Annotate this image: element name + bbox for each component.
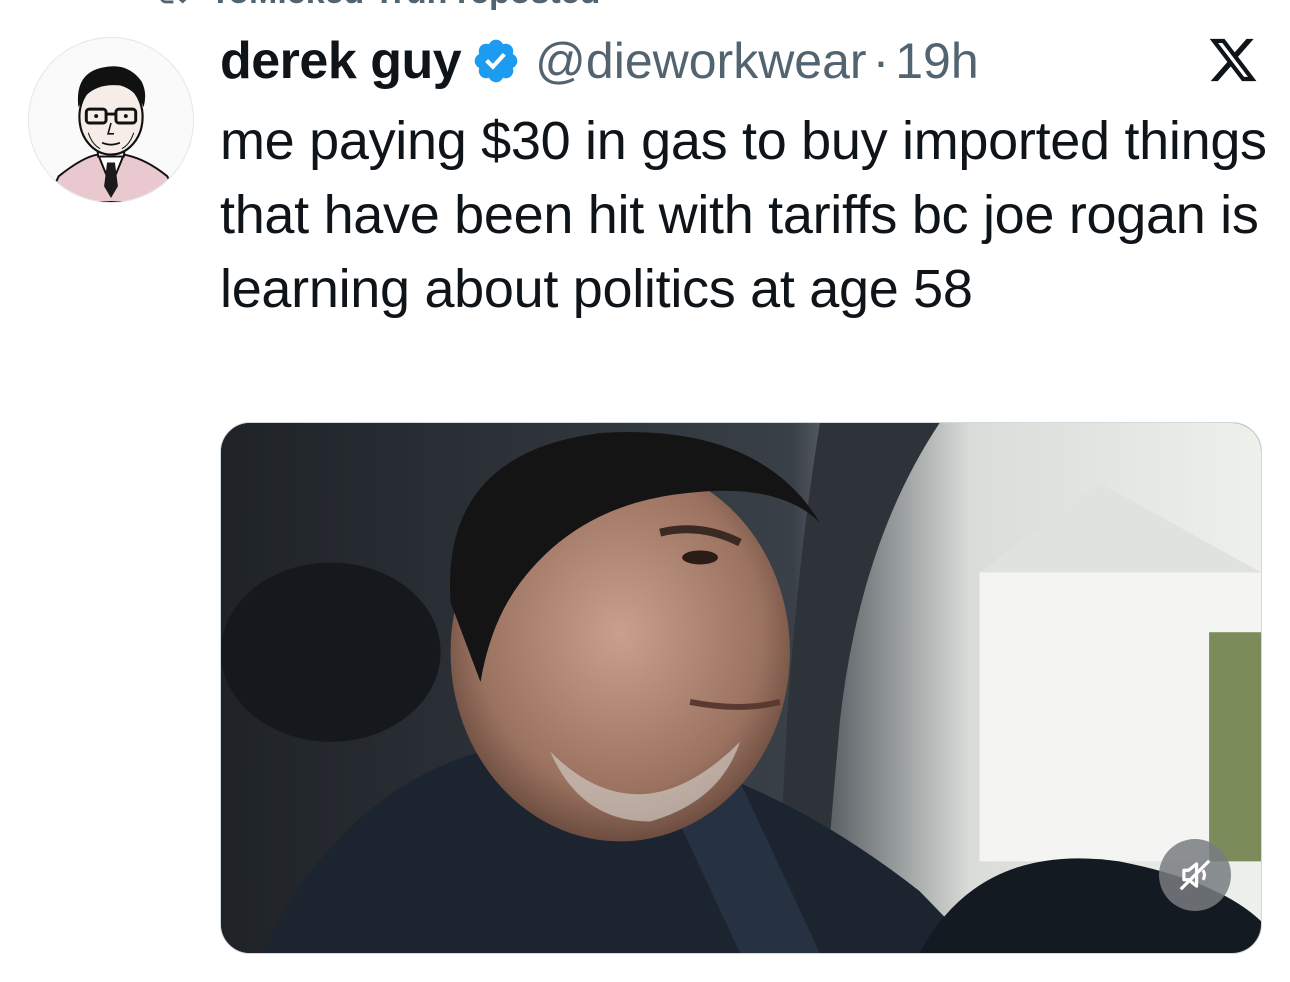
tweet-media-video[interactable] — [220, 422, 1262, 954]
tweet-text: me paying $30 in gas to buy imported thi… — [220, 111, 1267, 319]
repost-banner-text: ToMicked Truh reposted — [210, 0, 600, 10]
volume-muted-icon — [1179, 859, 1211, 891]
verified-badge-icon[interactable] — [471, 36, 521, 86]
video-frame — [221, 423, 1261, 953]
mute-button[interactable] — [1159, 839, 1231, 911]
tweet-timestamp[interactable]: 19h — [895, 32, 978, 90]
repost-icon — [160, 0, 187, 4]
tweet-screenshot: ToMicked Truh reposted — [0, 0, 1290, 982]
avatar[interactable] — [28, 37, 194, 203]
tweet-header: derek guy @dieworkwear · 19h — [220, 26, 979, 96]
author-handle[interactable]: @dieworkwear — [535, 32, 866, 90]
avatar-illustration — [45, 66, 181, 202]
repost-banner[interactable]: ToMicked Truh reposted — [150, 0, 600, 10]
x-logo-icon[interactable] — [1206, 34, 1260, 86]
author-name[interactable]: derek guy — [220, 31, 462, 91]
header-separator: · — [872, 33, 890, 89]
